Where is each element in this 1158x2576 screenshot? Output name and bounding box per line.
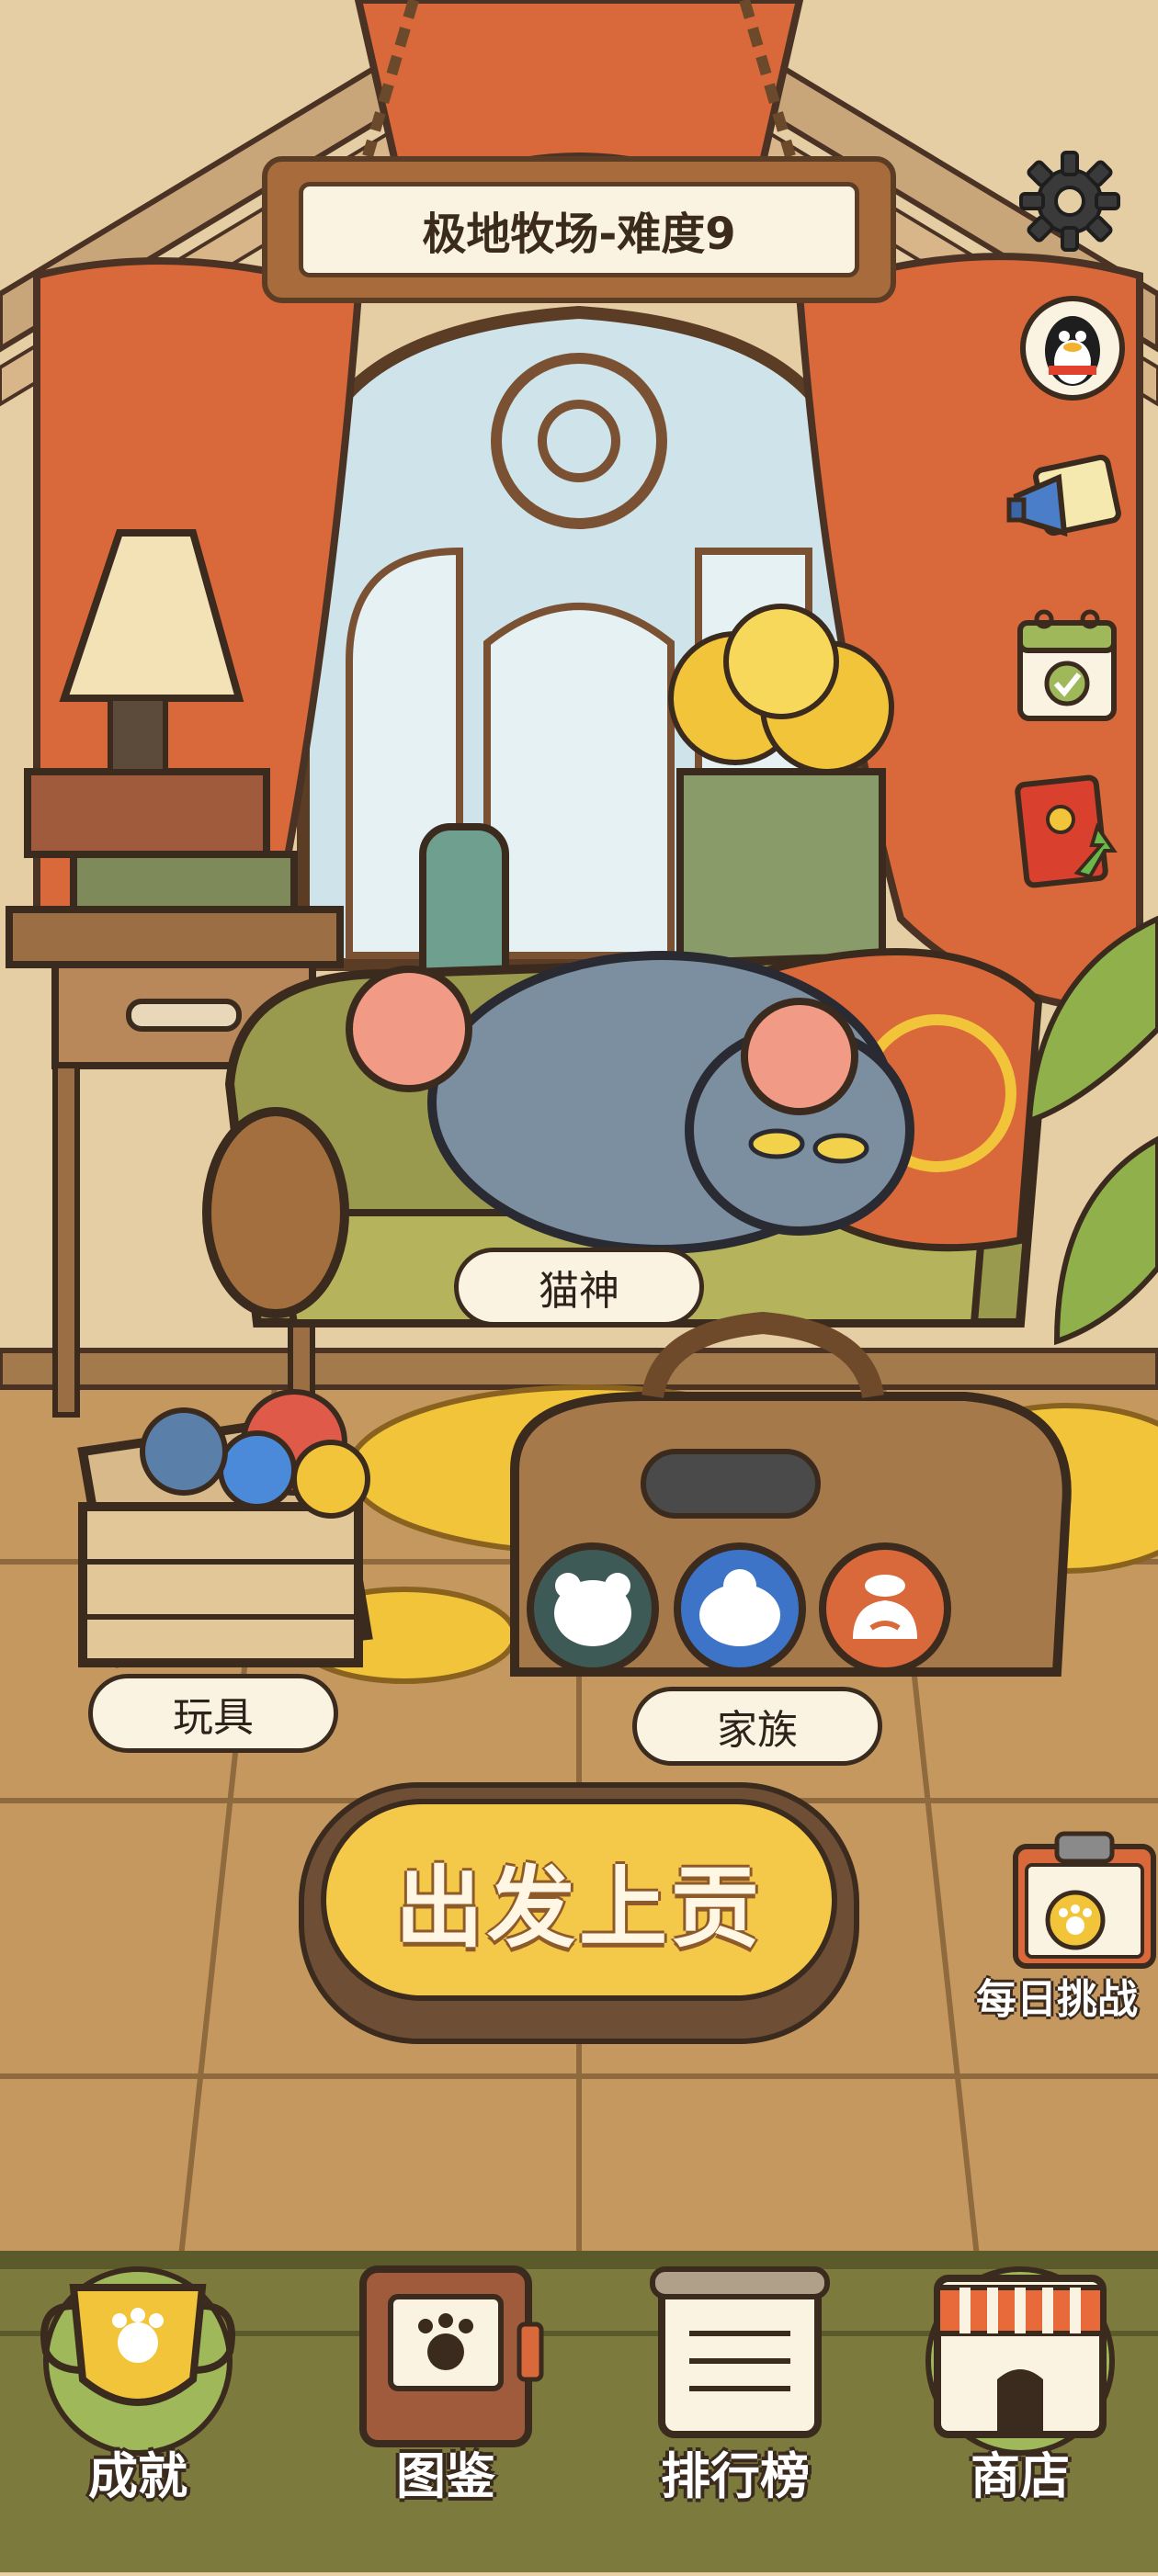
settings-button[interactable] <box>1016 147 1124 255</box>
nav-leaderboard[interactable]: 排行榜 <box>625 2251 846 2526</box>
red-packet-button[interactable] <box>1013 772 1121 888</box>
announcement-icon <box>1006 454 1121 537</box>
daily-challenge-label: 每日挑战 <box>976 1976 1138 2023</box>
start-tribute-button[interactable]: 出发上贡 <box>321 1799 837 2001</box>
family-slot-1[interactable] <box>524 1540 662 1678</box>
lucky-bag-icon <box>819 1542 951 1675</box>
paw-book-icon <box>359 2265 544 2447</box>
daily-challenge-button[interactable] <box>1006 1828 1158 1975</box>
calendar-checkin-icon <box>1017 609 1117 721</box>
family-slot-2[interactable] <box>671 1540 809 1678</box>
cat-silhouette-icon <box>527 1542 659 1675</box>
nav-label-leaderboard: 排行榜 <box>661 2447 810 2505</box>
red-packet-icon <box>1015 774 1118 888</box>
level-sign[interactable]: 极地牧场-难度9 <box>262 156 896 303</box>
family-slot-3[interactable] <box>816 1540 954 1678</box>
fish-silhouette-icon <box>674 1542 806 1675</box>
nav-label-achievements: 成就 <box>88 2447 187 2505</box>
nav-label-collection: 图鉴 <box>396 2447 495 2505</box>
shop-icon <box>925 2266 1115 2456</box>
toys-label[interactable]: 玩具 <box>88 1674 338 1753</box>
qq-account-button[interactable] <box>1018 294 1127 402</box>
scroll-icon <box>650 2266 830 2438</box>
family-label[interactable]: 家族 <box>632 1687 882 1766</box>
level-title: 极地牧场-难度9 <box>299 182 859 277</box>
start-tribute-button-frame: 出发上贡 <box>299 1782 859 2044</box>
qq-penguin-icon <box>1020 296 1125 401</box>
daily-checkin-button[interactable] <box>1013 606 1121 721</box>
clipboard-paw-icon <box>1013 1831 1156 1969</box>
announcement-button[interactable] <box>1004 450 1121 559</box>
start-tribute-label: 出发上贡 <box>395 1856 763 1960</box>
trophy-icon <box>40 2266 235 2456</box>
nav-achievements[interactable]: 成就 <box>28 2251 248 2526</box>
nav-shop[interactable]: 商店 <box>910 2251 1130 2526</box>
nav-label-shop: 商店 <box>971 2447 1070 2505</box>
gear-icon <box>1019 151 1120 252</box>
nav-collection[interactable]: 图鉴 <box>335 2251 556 2526</box>
cat-god-label[interactable]: 猫神 <box>454 1248 704 1327</box>
